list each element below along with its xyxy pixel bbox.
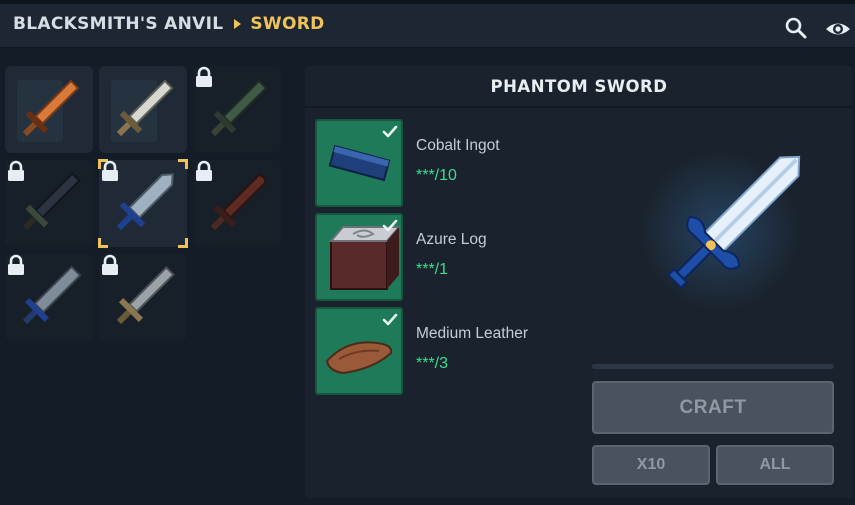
recipe-slot-copper-sword[interactable] <box>5 66 93 153</box>
breadcrumb-current: SWORD <box>250 14 325 34</box>
recipe-detail-panel: PHANTOM SWORD Cobalt Ingot ***/10 Azure … <box>305 66 853 498</box>
checkmark-icon <box>382 219 398 232</box>
search-icon[interactable] <box>784 16 808 40</box>
lock-icon <box>8 254 24 275</box>
ingredient-quantity: ***/10 <box>416 167 457 184</box>
phantom-sword-preview-icon <box>640 151 801 311</box>
craft-x10-button[interactable]: X10 <box>592 445 710 485</box>
recipe-slot-bronze-guard-sword[interactable] <box>99 254 187 341</box>
ingredient-name: Cobalt Ingot <box>416 137 500 154</box>
iron-sword-icon <box>111 79 174 142</box>
recipe-title: PHANTOM SWORD <box>305 66 853 108</box>
ingredient-row[interactable]: Medium Leather ***/3 <box>315 307 615 395</box>
recipe-slot-sapphire-sword[interactable] <box>5 254 93 341</box>
eye-icon[interactable] <box>824 17 852 41</box>
recipe-slot-jade-sword[interactable] <box>193 66 281 153</box>
top-bar: BLACKSMITH'S ANVIL SWORD <box>0 0 855 48</box>
recipe-slot-crimson-blade[interactable] <box>193 160 281 247</box>
lock-icon <box>102 160 118 181</box>
craft-all-button[interactable]: ALL <box>716 445 834 485</box>
ingredient-row[interactable]: Azure Log ***/1 <box>315 213 615 301</box>
ingredient-thumb <box>315 119 403 207</box>
lock-icon <box>8 160 24 181</box>
recipe-slot-phantom-sword[interactable] <box>98 159 188 248</box>
progress-divider <box>592 364 834 369</box>
craft-button[interactable]: CRAFT <box>592 381 834 434</box>
ingredient-row[interactable]: Cobalt Ingot ***/10 <box>315 119 615 207</box>
copper-sword-icon <box>17 79 80 142</box>
ingredient-quantity: ***/1 <box>416 261 449 278</box>
breadcrumb: BLACKSMITH'S ANVIL SWORD <box>13 14 325 34</box>
checkmark-icon <box>382 125 398 138</box>
checkmark-icon <box>382 313 398 326</box>
ingredient-thumb <box>315 213 403 301</box>
lock-icon <box>196 160 212 181</box>
breadcrumb-root[interactable]: BLACKSMITH'S ANVIL <box>13 14 223 34</box>
ingredient-name: Azure Log <box>416 231 487 248</box>
ingredient-thumb <box>315 307 403 395</box>
breadcrumb-arrow-icon <box>234 19 242 29</box>
ingredient-name: Medium Leather <box>416 325 529 342</box>
lock-icon <box>102 254 118 275</box>
recipe-slot-shadow-blade[interactable] <box>5 160 93 247</box>
ingredient-quantity: ***/3 <box>416 355 449 372</box>
lock-icon <box>196 66 212 87</box>
recipe-slot-iron-sword[interactable] <box>99 66 187 153</box>
